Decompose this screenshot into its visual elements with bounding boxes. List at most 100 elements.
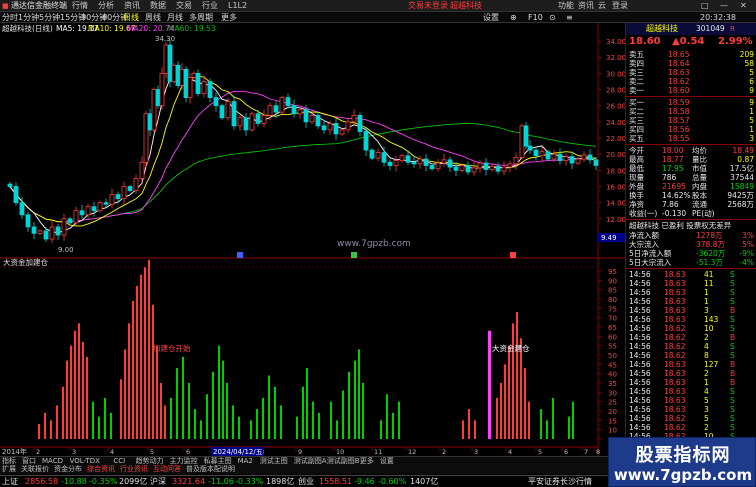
minimize-icon[interactable]: —: [720, 1, 728, 11]
bid-row: 买五 18.55 3: [626, 134, 756, 143]
menu-item[interactable]: 行情: [72, 1, 88, 11]
ask-vol: 6: [749, 77, 754, 86]
extension-tab[interactable]: 互动问答: [153, 465, 181, 474]
app-name: 通达信金融终端: [11, 1, 67, 10]
menu-item[interactable]: 分析: [98, 1, 114, 11]
f10-button[interactable]: F10: [528, 12, 543, 23]
tick-row: 14:56 18.62 2 B: [626, 333, 756, 342]
stock-name: 超越科技: [646, 24, 678, 33]
candle-body: [519, 125, 525, 158]
candle-body: [67, 218, 73, 224]
target-icon[interactable]: ⊙: [549, 12, 556, 23]
candle-body: [167, 44, 173, 82]
candle-body: [453, 166, 459, 171]
index-sh-name[interactable]: 上证: [2, 477, 18, 487]
period-multi[interactable]: 多周期: [189, 12, 213, 23]
indicator-bar: [392, 412, 394, 439]
zoom-icon[interactable]: ⊕: [510, 12, 517, 23]
tick-vol: 4: [704, 342, 709, 351]
candle-body: [315, 114, 321, 127]
tick-price: 18.63: [664, 396, 686, 405]
menu-icon[interactable]: ≡: [566, 12, 573, 23]
extension-tab[interactable]: 关联报价: [21, 465, 49, 474]
candle-body: [171, 64, 177, 82]
tick-vol: 1: [704, 297, 709, 306]
flow-label: 大宗流入: [629, 240, 659, 249]
tick-price: 18.62: [664, 333, 686, 342]
close-icon[interactable]: ✕: [740, 1, 747, 11]
indicator-bar: [572, 401, 574, 439]
event-marker[interactable]: [351, 252, 357, 258]
settings-button[interactable]: 设置: [483, 12, 499, 23]
menu-item[interactable]: 数据: [150, 1, 166, 11]
period-daily[interactable]: 日线: [123, 12, 139, 23]
extension-tab[interactable]: 资金分布: [54, 465, 82, 474]
tick-price: 18.62: [664, 423, 686, 432]
index-cy-chg: -9.46: [354, 477, 375, 486]
ask-price: 18.63: [668, 68, 690, 77]
ask-vol: 58: [744, 59, 754, 68]
ask-price: 18.65: [668, 50, 690, 59]
info-line: 超越科技 已盈利 投票权无差异: [626, 221, 756, 230]
date-mark: 10: [336, 448, 344, 456]
indicator-bar: [520, 338, 522, 439]
tick-row: 14:56 18.63 1 B: [626, 378, 756, 387]
period-1min[interactable]: 1分钟: [18, 12, 39, 23]
indicator-bar: [78, 323, 80, 439]
candle-body: [381, 152, 387, 163]
date-mark: 11: [374, 448, 382, 456]
period-5min[interactable]: 5分钟: [39, 12, 60, 23]
restore-icon[interactable]: □: [701, 1, 709, 11]
candle-body: [207, 81, 213, 98]
tick-price: 18.63: [664, 360, 686, 369]
candle-body: [249, 113, 255, 131]
tick-row: 14:56 18.63 1 S: [626, 288, 756, 297]
candle-body: [85, 206, 91, 216]
candle-body: [25, 214, 31, 228]
indicator-bar: [362, 383, 364, 439]
period-more[interactable]: 更多: [221, 12, 237, 23]
indicator-tick: 85: [608, 287, 617, 295]
candle-body: [581, 154, 587, 160]
indicator-bar: [496, 397, 498, 439]
indicator-tick: 80: [608, 296, 617, 304]
tick-side: B: [730, 378, 736, 387]
extension-tab[interactable]: 综合资讯: [87, 465, 115, 474]
candle-body: [243, 117, 249, 131]
extension-tab[interactable]: 普及版本配说明: [186, 465, 235, 474]
login-menu[interactable]: 登录: [612, 1, 628, 11]
menu-item[interactable]: L1L2: [228, 1, 247, 11]
period-intraday[interactable]: 分时: [2, 12, 18, 23]
tick-time: 14:56: [629, 387, 651, 396]
event-marker[interactable]: [237, 252, 243, 258]
indicator-bar: [256, 409, 258, 439]
indicator-bar: [354, 360, 356, 439]
ask-row: 卖五 18.65 209: [626, 50, 756, 59]
candle-body: [405, 155, 411, 163]
extension-tab[interactable]: 扩展: [2, 465, 16, 474]
info-menu[interactable]: 资讯: [578, 1, 594, 11]
bid-row: 买二 18.58 1: [626, 107, 756, 116]
candle-body: [489, 165, 495, 170]
trade-login-status[interactable]: 交易未登录: [408, 1, 448, 11]
cloud-menu[interactable]: 云: [598, 1, 606, 11]
menu-item[interactable]: 行业: [202, 1, 218, 11]
menu-item[interactable]: 资讯: [124, 1, 140, 11]
index-hs-name[interactable]: 沪深: [150, 477, 166, 487]
event-marker[interactable]: [510, 252, 516, 258]
ask-price: 18.60: [668, 86, 690, 95]
price-tick: 20.00: [606, 151, 625, 159]
tick-side: S: [730, 387, 735, 396]
period-monthly[interactable]: 月线: [167, 12, 183, 23]
extension-tab[interactable]: 行业资讯: [120, 465, 148, 474]
menu-item[interactable]: 交易: [176, 1, 192, 11]
func-menu[interactable]: 功能: [558, 1, 574, 11]
flow-value: 378.8万: [696, 240, 725, 249]
period-weekly[interactable]: 周线: [145, 12, 161, 23]
indicator-bar: [182, 356, 184, 439]
kline-chart[interactable]: 34.00 32.00 30.00 28.00 26.00 24.00 22.00 20.00…: [0, 23, 625, 456]
tick-time: 14:56: [629, 279, 651, 288]
index-cy-name[interactable]: 创业: [298, 477, 314, 487]
indicator-bar: [194, 409, 196, 439]
chart-watermark: www.7gpzb.com: [337, 239, 411, 249]
